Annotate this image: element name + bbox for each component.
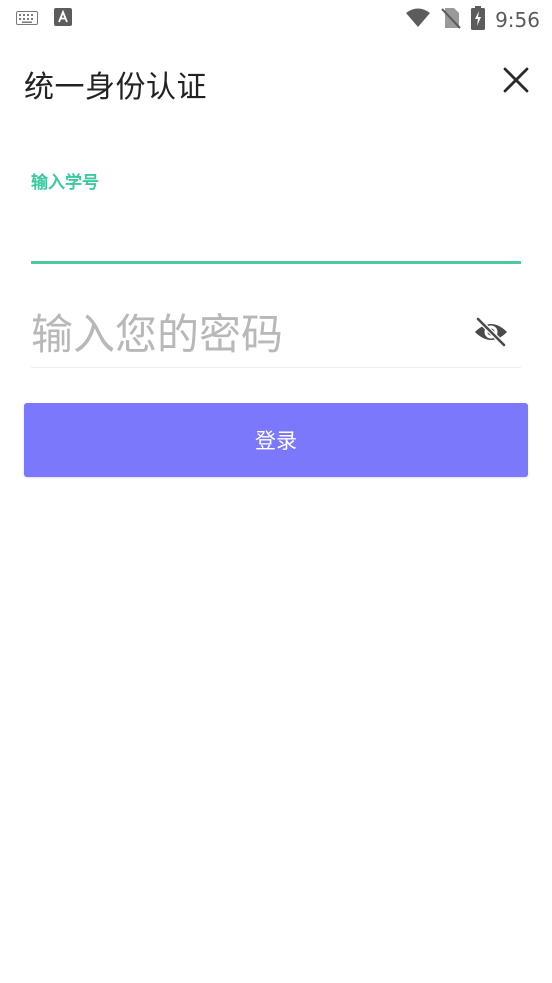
- login-button[interactable]: 登录: [24, 403, 528, 477]
- student-id-input[interactable]: [31, 212, 521, 260]
- password-underline: [31, 367, 521, 368]
- password-visibility-toggle[interactable]: [469, 312, 513, 356]
- close-icon: [502, 66, 530, 98]
- font-a-icon: [54, 8, 72, 30]
- student-id-label: 输入学号: [31, 173, 99, 193]
- status-bar: 9:56: [0, 0, 552, 36]
- battery-charging-icon: [471, 6, 486, 34]
- no-sim-icon: [441, 7, 461, 33]
- student-id-field: 输入学号: [31, 160, 521, 266]
- eye-off-icon: [473, 316, 509, 351]
- password-field: [31, 300, 521, 370]
- password-input[interactable]: [31, 306, 461, 362]
- page-title: 统一身份认证: [24, 70, 207, 105]
- student-id-underline: [31, 261, 521, 264]
- header: 统一身份认证: [0, 52, 552, 112]
- status-time: 9:56: [495, 8, 540, 32]
- status-right: 9:56: [405, 6, 540, 34]
- keyboard-icon: [16, 10, 38, 29]
- wifi-icon: [405, 8, 431, 32]
- status-left: [16, 8, 72, 30]
- close-button[interactable]: [494, 60, 538, 104]
